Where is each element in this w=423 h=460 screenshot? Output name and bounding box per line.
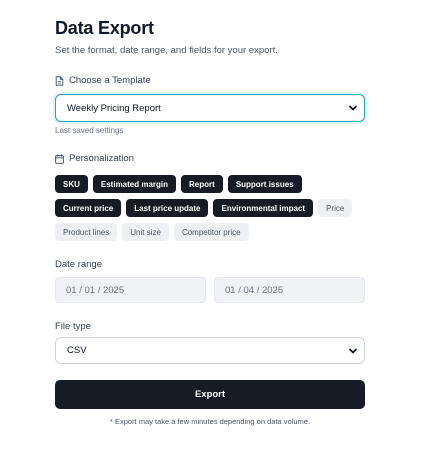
end-date-input[interactable]: 01 / 04 / 2025 <box>214 277 365 303</box>
template-label: Choose a Template <box>69 75 151 86</box>
chip-environmental-impact[interactable]: Environmental impact <box>213 199 314 217</box>
chip-last-price-update[interactable]: Last price update <box>126 199 209 217</box>
personalization-section-label: Personalization <box>55 153 134 164</box>
chip-product-lines[interactable]: Product lines <box>55 223 118 241</box>
date-range-label: Date range <box>55 259 103 270</box>
chip-price[interactable]: Price <box>318 199 353 217</box>
template-select[interactable]: Weekly Pricing Report <box>55 94 365 122</box>
end-date-value: 01 / 04 / 2025 <box>225 284 284 296</box>
chevron-down-icon <box>349 348 357 354</box>
calendar-icon <box>55 154 64 164</box>
chip-report[interactable]: Report <box>181 175 223 193</box>
chip-support-issues[interactable]: Support issues <box>227 175 302 193</box>
field-chip-group: SKU Estimated margin Report Support issu… <box>55 175 375 247</box>
chevron-down-icon <box>349 105 357 111</box>
chip-row-3: Product lines Unit size Competitor price <box>55 223 375 241</box>
start-date-input[interactable]: 01 / 01 / 2025 <box>55 277 206 303</box>
personalization-label: Personalization <box>69 153 134 164</box>
page-title: Data Export <box>55 18 154 38</box>
chip-competitor-price[interactable]: Competitor price <box>173 223 249 241</box>
chip-estimated-margin[interactable]: Estimated margin <box>92 175 177 193</box>
export-note: * Export may take a few minutes dependin… <box>109 417 311 426</box>
chip-row-2: Current price Last price update Environm… <box>55 199 375 217</box>
file-type-select[interactable]: CSV <box>55 337 365 364</box>
chip-current-price[interactable]: Current price <box>55 199 122 217</box>
file-type-selected-value: CSV <box>67 345 87 356</box>
export-button[interactable]: Export <box>55 380 365 409</box>
chip-unit-size[interactable]: Unit size <box>122 223 169 241</box>
file-type-label: File type <box>55 321 91 332</box>
page-subtitle: Set the format, date range, and fields f… <box>55 45 278 56</box>
template-section-label: Choose a Template <box>55 75 151 86</box>
template-helper: Last saved settings <box>55 126 124 135</box>
template-selected-value: Weekly Pricing Report <box>67 102 161 114</box>
start-date-value: 01 / 01 / 2025 <box>66 284 125 296</box>
document-icon <box>55 75 64 86</box>
chip-row-1: SKU Estimated margin Report Support issu… <box>55 175 375 193</box>
chip-sku[interactable]: SKU <box>55 175 88 193</box>
